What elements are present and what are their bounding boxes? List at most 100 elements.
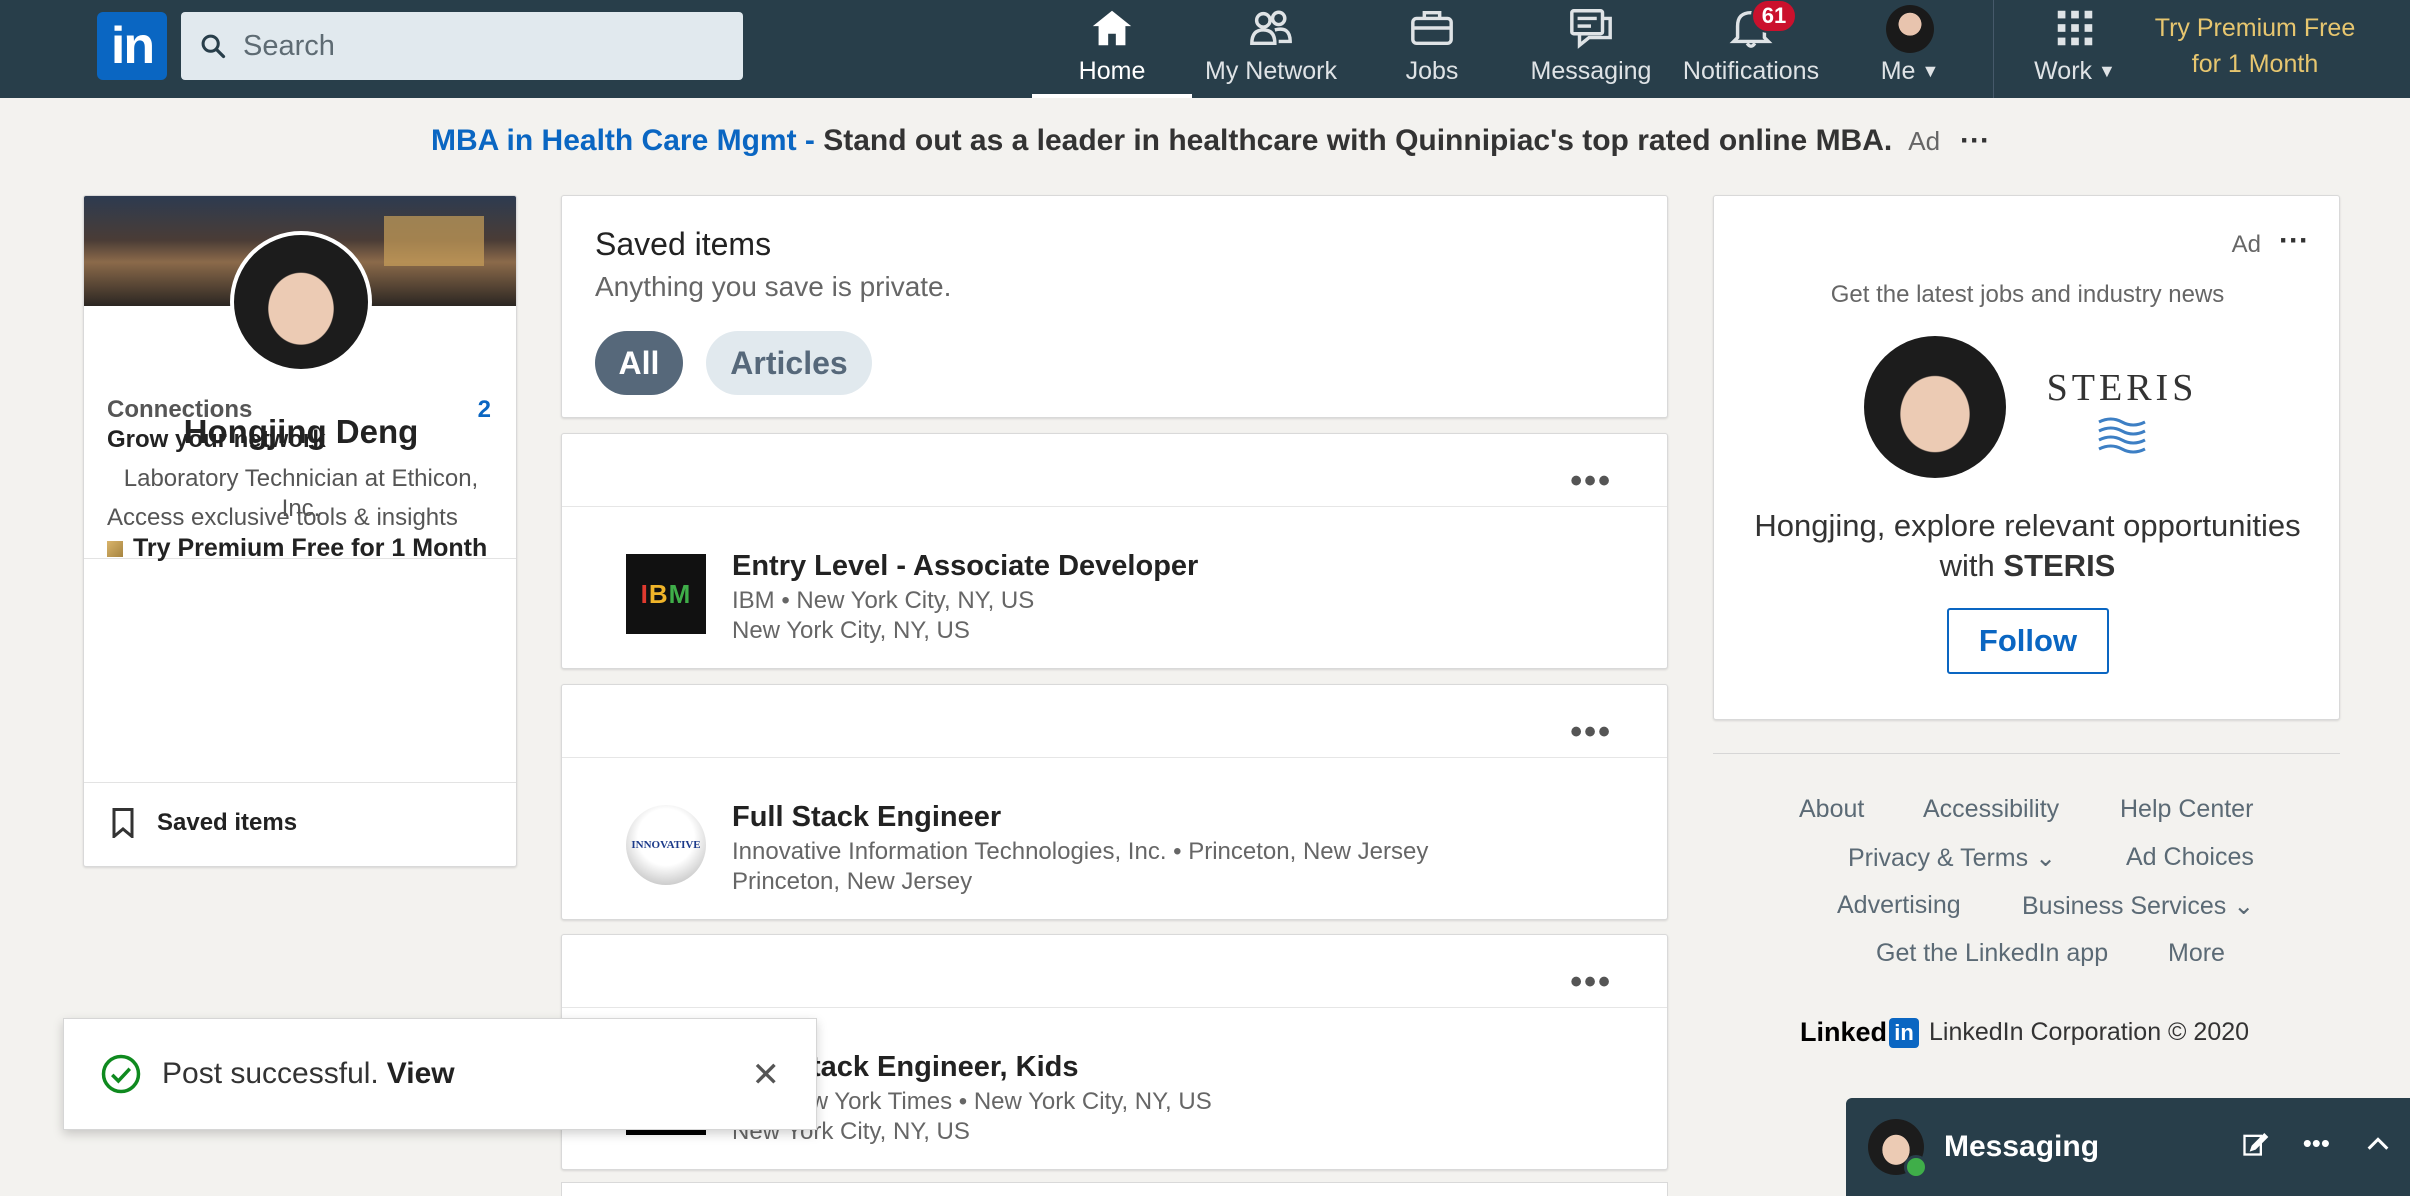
grow-network-link[interactable]: Grow your network xyxy=(107,426,326,454)
messaging-dock-label[interactable]: Messaging xyxy=(1944,1130,2099,1164)
more-icon[interactable]: ••• xyxy=(1570,462,1612,501)
job-company: Innovative Information Technologies, Inc… xyxy=(732,838,1429,865)
filter-articles[interactable]: Articles xyxy=(706,331,872,395)
avatar xyxy=(1864,336,2006,478)
ad-banner-link[interactable]: MBA in Health Care Mgmt - xyxy=(431,124,823,157)
nav-messaging[interactable]: Messaging xyxy=(1520,0,1662,98)
premium-access-text: Access exclusive tools & insights xyxy=(107,504,458,531)
footer-link-privacy-terms[interactable]: Privacy & Terms ⌄ xyxy=(1848,843,2056,873)
nav-home-label: Home xyxy=(1078,57,1146,85)
company-logo[interactable]: IBM xyxy=(626,554,706,634)
bell-icon: 61 xyxy=(1727,0,1797,51)
connections-label[interactable]: Connections xyxy=(107,396,252,424)
grid-icon xyxy=(2051,5,2099,51)
nav-divider xyxy=(1993,0,1994,98)
saved-job-item[interactable]: ••• INNOVATIVE Full Stack Engineer Innov… xyxy=(561,684,1668,920)
steris-logo-text: STERIS xyxy=(2046,367,2198,409)
job-location: New York City, NY, US xyxy=(732,617,970,644)
notification-badge: 61 xyxy=(1751,0,1797,33)
divider xyxy=(562,757,1667,758)
divider xyxy=(562,506,1667,507)
linkedin-logo-small: in xyxy=(1889,1017,1920,1048)
profile-card: Hongjing Deng Laboratory Technician at E… xyxy=(83,195,517,867)
ad-message-brand: STERIS xyxy=(2003,548,2116,583)
nav-notifications[interactable]: 61 Notifications xyxy=(1676,0,1826,98)
nav-me-label: Me xyxy=(1880,57,1916,85)
premium-link[interactable]: Try Premium Free for 1 Month xyxy=(2145,10,2365,82)
saved-job-item-partial xyxy=(561,1182,1668,1196)
ad-tag: Ad xyxy=(2231,231,2261,258)
chevron-up-icon[interactable] xyxy=(2364,1130,2392,1158)
connections-count[interactable]: 2 xyxy=(478,396,491,424)
profile-avatar[interactable] xyxy=(230,231,372,373)
toast-view-link[interactable]: View xyxy=(387,1057,455,1091)
nav-jobs[interactable]: Jobs xyxy=(1362,0,1502,98)
top-nav: in Home My Network Jobs Messaging 61 Not… xyxy=(0,0,2410,98)
steris-logo[interactable]: STERIS xyxy=(2042,366,2202,461)
footer-link-more[interactable]: More xyxy=(2168,939,2225,968)
divider xyxy=(84,782,516,783)
footer-link-advertising[interactable]: Advertising xyxy=(1837,891,1961,920)
search-icon xyxy=(201,34,226,59)
chevron-down-icon: ▼ xyxy=(1921,61,1940,81)
toast-notification: Post successful. View ✕ xyxy=(63,1018,817,1130)
briefcase-icon xyxy=(1408,5,1456,51)
linkedin-wordmark: Linked xyxy=(1800,1017,1888,1047)
network-icon xyxy=(1247,5,1295,51)
company-logo-text: INNOVATIVE xyxy=(631,839,701,851)
compose-icon[interactable] xyxy=(2241,1130,2269,1158)
job-title[interactable]: Entry Level - Associate Developer xyxy=(732,550,1198,583)
more-icon[interactable]: ··· xyxy=(1960,124,1990,157)
ad-headline: Get the latest jobs and industry news xyxy=(1830,281,2225,308)
messaging-dock[interactable]: Messaging ••• xyxy=(1846,1098,2410,1196)
more-icon[interactable]: ··· xyxy=(2279,224,2309,258)
nav-home[interactable]: Home xyxy=(1032,0,1192,98)
company-logo[interactable]: INNOVATIVE xyxy=(626,805,706,885)
more-icon[interactable]: ••• xyxy=(1570,713,1612,752)
nav-work-label: Work xyxy=(2034,57,2093,85)
page-subtitle: Anything you save is private. xyxy=(595,271,952,302)
ad-tag: Ad xyxy=(1908,126,1941,156)
ad-banner[interactable]: MBA in Health Care Mgmt - Stand out as a… xyxy=(431,124,1990,158)
footer-link-help-center[interactable]: Help Center xyxy=(2120,795,2253,824)
saved-items-label: Saved items xyxy=(157,809,298,836)
right-ad-card: Ad ··· Get the latest jobs and industry … xyxy=(1713,195,2340,720)
premium-trial-link[interactable]: Try Premium Free for 1 Month xyxy=(107,534,487,563)
close-icon[interactable]: ✕ xyxy=(752,1055,781,1095)
copyright: Linked in LinkedIn Corporation © 2020 xyxy=(1800,1017,2249,1048)
footer-link-accessibility[interactable]: Accessibility xyxy=(1923,795,2059,824)
job-company: IBM • New York City, NY, US xyxy=(732,587,1035,614)
chevron-down-icon: ▼ xyxy=(2098,61,2116,81)
saved-items-link[interactable]: Saved items xyxy=(111,808,297,838)
footer-link-ad-choices[interactable]: Ad Choices xyxy=(2126,843,2254,872)
job-location: Princeton, New Jersey xyxy=(732,868,973,895)
saved-items-header: Saved items Anything you save is private… xyxy=(561,195,1668,418)
avatar xyxy=(1886,5,1934,53)
nav-my-network-label: My Network xyxy=(1205,57,1337,85)
ad-banner-text[interactable]: Stand out as a leader in healthcare with… xyxy=(823,124,1892,157)
saved-job-item[interactable]: ••• IBM Entry Level - Associate Develope… xyxy=(561,433,1668,669)
search-box[interactable] xyxy=(181,12,743,80)
premium-icon xyxy=(107,540,123,557)
follow-button[interactable]: Follow xyxy=(1947,608,2109,674)
footer-link-get-app[interactable]: Get the LinkedIn app xyxy=(1876,939,2108,968)
footer-link-about[interactable]: About xyxy=(1799,795,1864,824)
job-title[interactable]: Full Stack Engineer xyxy=(732,801,1001,834)
linkedin-logo[interactable]: in xyxy=(97,12,167,80)
divider xyxy=(562,1007,1667,1008)
search-input[interactable] xyxy=(243,29,693,63)
copyright-text: LinkedIn Corporation © 2020 xyxy=(1929,1018,2250,1046)
nav-my-network[interactable]: My Network xyxy=(1196,0,1346,98)
nav-work[interactable]: Work ▼ xyxy=(2020,0,2130,98)
wave-icon xyxy=(2098,417,2146,454)
nav-jobs-label: Jobs xyxy=(1405,57,1459,85)
more-icon[interactable]: ••• xyxy=(1570,963,1612,1002)
divider xyxy=(1713,753,2340,754)
home-icon xyxy=(1088,5,1136,51)
toast-message: Post successful. xyxy=(162,1057,379,1090)
more-icon[interactable]: ••• xyxy=(2303,1128,2330,1159)
filter-all[interactable]: All xyxy=(595,331,683,395)
nav-me[interactable]: Me ▼ xyxy=(1860,0,1960,98)
premium-trial-label: Try Premium Free for 1 Month xyxy=(133,534,488,562)
footer-link-business-services[interactable]: Business Services ⌄ xyxy=(2022,891,2254,921)
